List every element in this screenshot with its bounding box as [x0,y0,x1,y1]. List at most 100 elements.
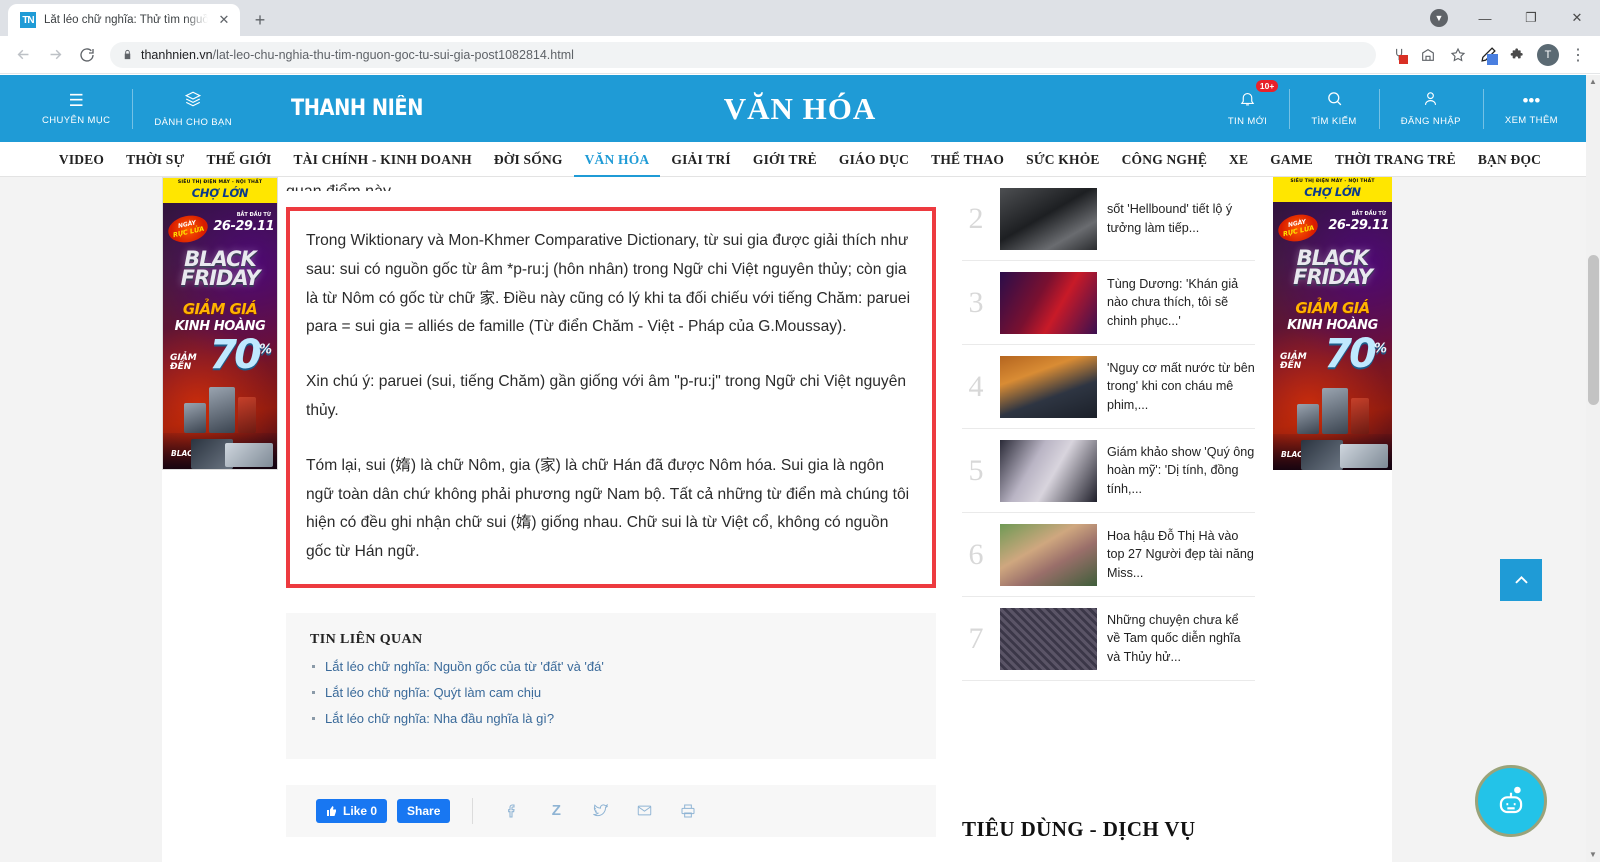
scroll-up-arrow-icon[interactable]: ▲ [1588,77,1598,87]
related-news-title: TIN LIÊN QUAN [310,631,423,647]
ad-discount-unit: % [1373,341,1387,357]
ad-banner-right[interactable]: SIÊU THỊ ĐIỆN MÁY - NỘI THẤT CHỢ LỚN NGÀ… [1273,177,1392,470]
rail-rank: 6 [968,537,984,571]
blocked-popup-icon[interactable] [1384,41,1412,69]
nav-link-13[interactable]: GAME [1259,142,1324,177]
login-button[interactable]: ĐĂNG NHẬP [1378,83,1483,135]
ad-banner-left[interactable]: SIÊU THỊ ĐIỆN MÁY - NỘI THẤT CHỢ LỚN NGÀ… [162,177,278,470]
related-news-link[interactable]: Lắt léo chữ nghĩa: Nha đầu nghĩa là gì? [310,709,912,728]
bookmark-star-icon[interactable] [1444,41,1472,69]
pen-highlight-icon[interactable] [1474,41,1502,69]
ad-creative: SIÊU THỊ ĐIỆN MÁY - NỘI THẤT CHỢ LỚN NGÀ… [1273,177,1392,470]
browser-toolbar: thanhnien.vn/lat-leo-chu-nghia-thu-tim-n… [0,36,1600,74]
back-to-top-button[interactable] [1500,559,1542,601]
ad-discount-value: 70 [1324,331,1377,377]
nav-link-15[interactable]: BẠN ĐỌC [1467,142,1552,177]
new-tab-button[interactable]: + [246,6,274,34]
email-icon[interactable] [627,796,661,826]
nav-link-1[interactable]: THỜI SỰ [115,142,195,177]
rail-headline: Hoa hậu Đỗ Thị Hà vào top 27 Người đẹp t… [1107,528,1254,580]
nav-link-7[interactable]: GIỚI TRẺ [742,142,828,177]
rail-item[interactable]: 2 sốt 'Hellbound' tiết lộ ý tưởng làm tiế… [962,177,1255,261]
rail-headline: Tùng Dương: 'Khán giả nào chưa thích, tô… [1107,276,1239,328]
more-button[interactable]: ••• XEM THÊM [1482,83,1580,135]
ad-sub1: GIẢM GIÁ [1295,299,1370,317]
rail-thumbnail [1000,355,1097,418]
nav-link-8[interactable]: GIÁO DỤC [828,142,920,177]
thumbs-up-icon [327,805,336,816]
browser-tab[interactable]: TN Lắt léo chữ nghĩa: Thử tìm nguồ ✕ [8,4,240,36]
url-host: thanhnien.vn [141,47,213,62]
chatbot-button[interactable] [1475,765,1547,837]
ad-product [238,397,256,433]
reload-icon[interactable] [72,40,102,70]
nav-link-4[interactable]: ĐỜI SỐNG [483,142,574,177]
ad-top-strip: SIÊU THỊ ĐIỆN MÁY - NỘI THẤT [163,178,277,186]
share-icon[interactable] [1414,41,1442,69]
nav-link-11[interactable]: CÔNG NGHỆ [1111,142,1218,177]
for-you-button[interactable]: DÀNH CHO BẠN [132,83,254,135]
ad-footer-image [1301,440,1343,470]
facebook-like-label: Like 0 [343,803,378,818]
nav-link-3[interactable]: TÀI CHÍNH - KINH DOANH [282,142,482,177]
nav-link-2[interactable]: THẾ GIỚI [195,142,282,177]
twitter-icon[interactable] [583,796,617,826]
rail-item[interactable]: 6 Hoa hậu Đỗ Thị Hà vào top 27 Người đẹp … [962,513,1255,597]
menu-categories-button[interactable]: ☰ CHUYÊN MỤC [20,83,132,135]
search-label: TÌM KIẾM [1311,116,1357,127]
back-icon[interactable] [8,40,38,70]
article-paragraph: Xin chú ý: paruei (sui, tiếng Chăm) gần … [306,373,907,419]
facebook-like-button[interactable]: Like 0 [316,798,388,823]
ad-discount-label2: ĐẾN [170,362,192,372]
profile-avatar[interactable]: T [1534,41,1562,69]
ad-footer-card [1340,444,1388,468]
hamburger-icon: ☰ [68,90,84,110]
nav-link-12[interactable]: XE [1218,142,1259,177]
scroll-down-arrow-icon[interactable]: ▼ [1588,850,1598,860]
browser-menu-icon[interactable]: ⋮ [1564,41,1592,69]
related-news-link[interactable]: Lắt léo chữ nghĩa: Nguồn gốc của từ 'đất… [310,657,912,676]
scrollbar-thumb[interactable] [1588,255,1599,405]
extensions-puzzle-icon[interactable] [1504,41,1532,69]
tin-moi-button[interactable]: 10+ TIN MỚI [1206,79,1289,135]
rail-headline: 'Nguy cơ mất nước từ bên trong' khi con … [1107,360,1255,412]
facebook-share-button[interactable]: Share [397,798,451,823]
window-controls: ▼ — ❐ ✕ [1416,0,1600,36]
tab-title: Lắt léo chữ nghĩa: Thử tìm nguồ [44,14,208,26]
ad-discount-unit: % [258,342,272,358]
maximize-button[interactable]: ❐ [1508,0,1554,36]
rail-rank: 5 [968,453,984,487]
rail-rank: 7 [968,621,984,655]
article-paragraph: Trong Wiktionary và Mon-Khmer Comparativ… [306,232,911,336]
pen-color-swatch [1487,53,1498,65]
tab-close-icon[interactable]: ✕ [216,12,232,28]
ad-discount: 70% [1324,334,1387,374]
address-bar[interactable]: thanhnien.vn/lat-leo-chu-nghia-thu-tim-n… [110,41,1376,68]
close-window-button[interactable]: ✕ [1554,0,1600,36]
rail-item[interactable]: 7 Những chuyện chưa kể về Tam quốc diễn n… [962,597,1255,681]
nav-link-9[interactable]: THỂ THAO [920,142,1015,177]
minimize-button[interactable]: — [1462,0,1508,36]
avatar: T [1537,43,1559,66]
search-button[interactable]: TÌM KIẾM [1289,83,1378,135]
ad-headline: BLACK FRIDAY [163,248,277,289]
page-scrollbar[interactable]: ▲ ▼ [1586,75,1600,862]
zalo-icon[interactable]: Z [539,796,573,826]
rail-item[interactable]: 4 'Nguy cơ mất nước từ bên trong' khi con… [962,345,1255,429]
ad-discount-label2: ĐẾN [1280,361,1302,371]
nav-link-6[interactable]: GIẢI TRÍ [660,142,742,177]
related-news-link[interactable]: Lắt léo chữ nghĩa: Quýt làm cam chịu [310,683,912,702]
facebook-icon[interactable] [495,796,529,826]
print-icon[interactable] [671,796,705,826]
url-text: thanhnien.vn/lat-leo-chu-nghia-thu-tim-n… [141,48,574,62]
site-logo[interactable]: THANH NIÊN [291,96,423,121]
nav-link-10[interactable]: SỨC KHỎE [1015,142,1110,177]
nav-link-0[interactable]: VIDEO [48,142,115,177]
update-available-button[interactable]: ▼ [1416,0,1462,36]
forward-icon[interactable] [40,40,70,70]
nav-link-14[interactable]: THỜI TRANG TRẺ [1324,142,1467,177]
nav-link-5[interactable]: VĂN HÓA [573,142,661,177]
rail-item[interactable]: 5 Giám khảo show 'Quý ông hoàn mỹ': 'Dị t… [962,429,1255,513]
rail-item[interactable]: 3 Tùng Dương: 'Khán giả nào chưa thích, t… [962,261,1255,345]
bell-icon [1239,90,1256,111]
